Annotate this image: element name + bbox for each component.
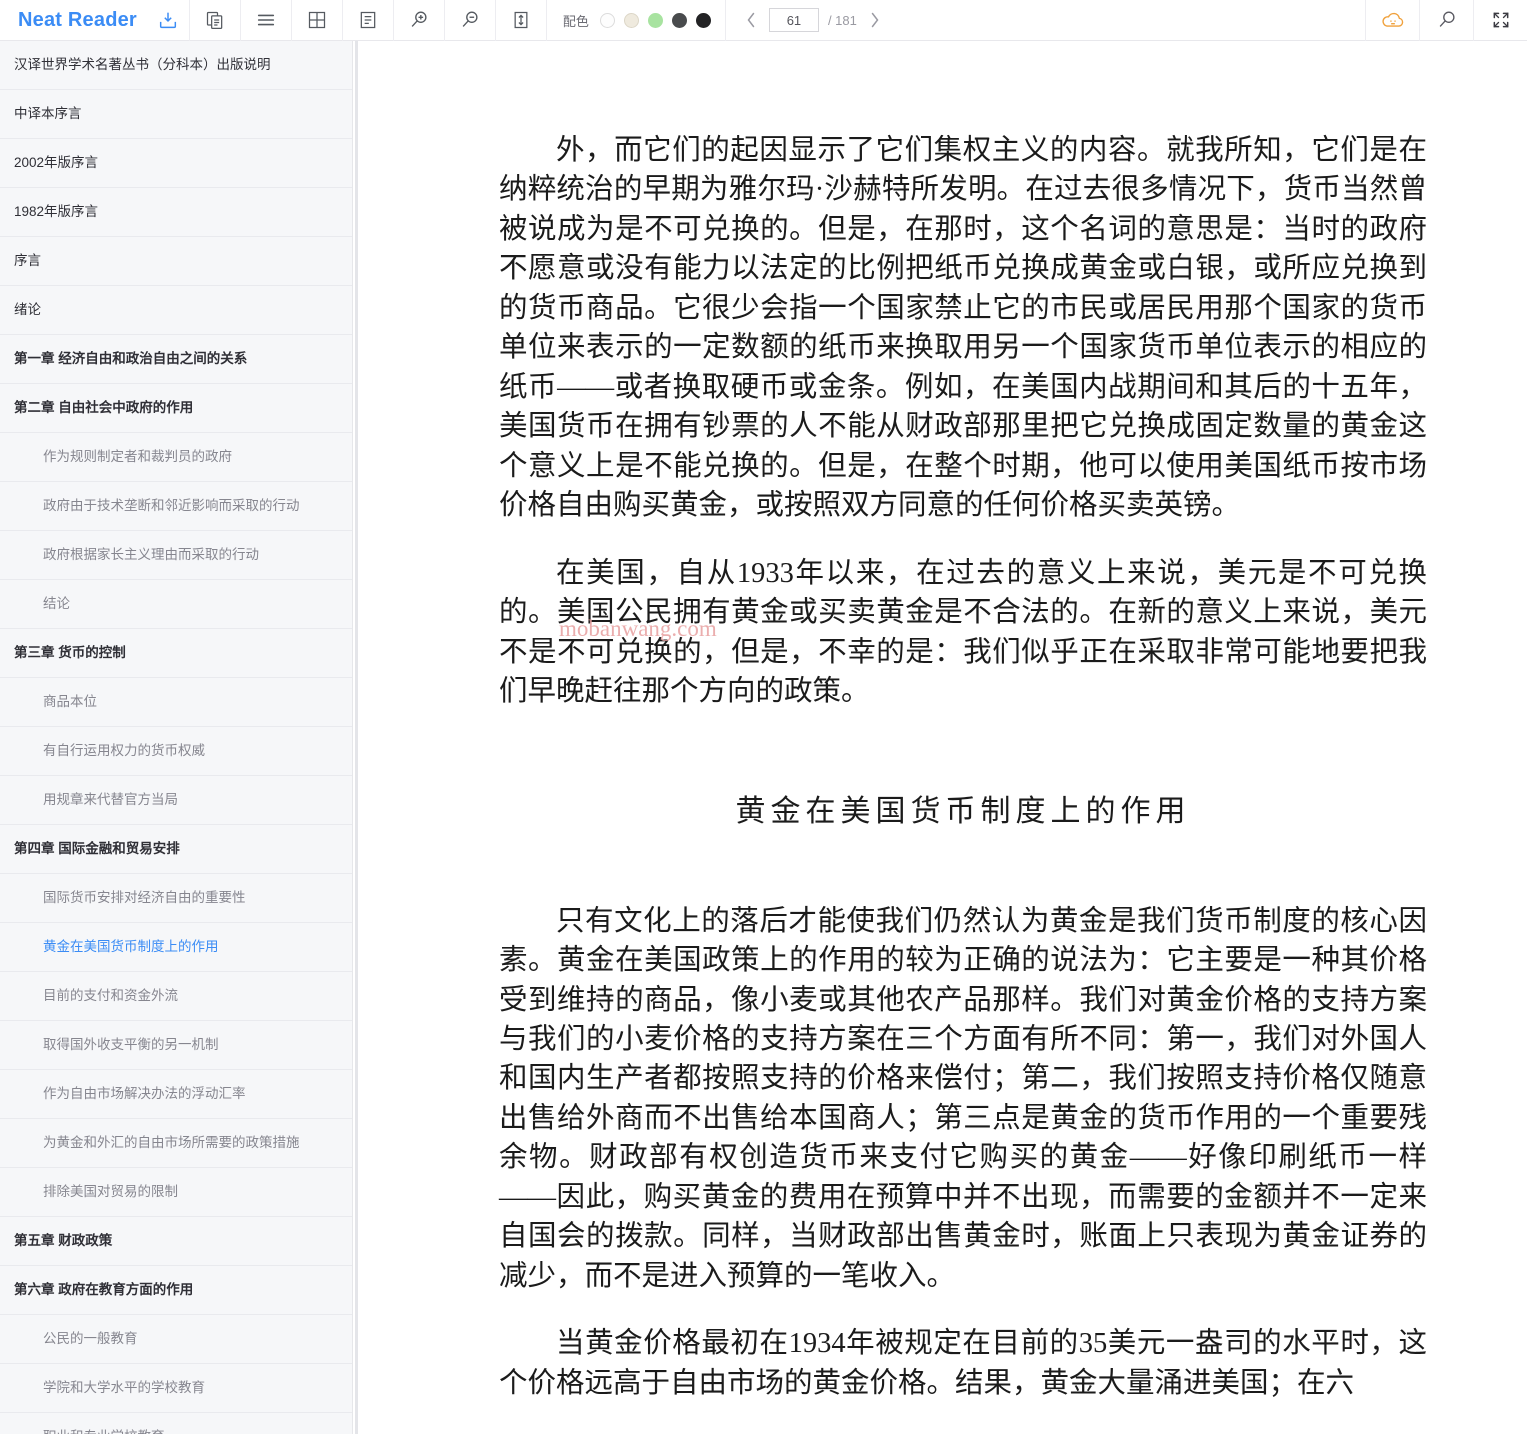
- toc-item-label: 职业和专业学校教育: [43, 1428, 165, 1434]
- paragraph: 在美国，自从1933年以来，在过去的意义上来说，美元是不可兑换的。美国公民拥有黄…: [499, 557, 1427, 708]
- toc-item[interactable]: 黄金在美国货币制度上的作用: [0, 923, 352, 972]
- toc-item-label: 第五章 财政政策: [14, 1232, 113, 1248]
- toc-item-label: 政府由于技术垄断和邻近影响而采取的行动: [43, 497, 300, 513]
- palette-group: 配色: [547, 0, 726, 41]
- brand-group: Neat Reader: [0, 0, 190, 41]
- toc-item-label: 第二章 自由社会中政府的作用: [14, 399, 194, 415]
- toc-item[interactable]: 学院和大学水平的学校教育: [0, 1364, 352, 1413]
- toc-item[interactable]: 结论: [0, 580, 352, 629]
- grid-layout-icon[interactable]: [292, 0, 342, 41]
- notes-icon[interactable]: [343, 0, 393, 41]
- toc-item-label: 第一章 经济自由和政治自由之间的关系: [14, 350, 248, 366]
- zoom-in-icon[interactable]: [394, 0, 444, 41]
- toc-item[interactable]: 作为规则制定者和裁判员的政府: [0, 433, 352, 482]
- toc-item[interactable]: 有自行运用权力的货币权威: [0, 727, 352, 776]
- table-of-contents-sidebar[interactable]: 汉译世界学术名著丛书（分科本）出版说明 中译本序言 2002年版序言 1982年版序言…: [0, 41, 353, 1434]
- prev-page-button[interactable]: [742, 8, 760, 32]
- toc-item[interactable]: 排除美国对贸易的限制: [0, 1168, 352, 1217]
- page-total-label: / 181: [827, 12, 857, 28]
- toc-item[interactable]: 序言: [0, 237, 352, 286]
- cloud-sync-icon[interactable]: [1365, 0, 1419, 41]
- toolbar-right-group: [1365, 0, 1527, 41]
- toc-item[interactable]: 用规章来代替官方当局: [0, 776, 352, 825]
- toc-item[interactable]: 绪论: [0, 286, 352, 335]
- app-brand: Neat Reader: [18, 8, 137, 31]
- toc-item-label: 绪论: [14, 301, 41, 317]
- search-icon[interactable]: [1419, 0, 1473, 41]
- toc-item-label: 国际货币安排对经济自由的重要性: [43, 889, 246, 905]
- swatch-black[interactable]: [695, 12, 711, 28]
- next-page-button[interactable]: [866, 8, 884, 32]
- fit-height-icon[interactable]: [496, 0, 546, 41]
- toc-item-label: 排除美国对贸易的限制: [43, 1183, 178, 1199]
- toc-item[interactable]: 中译本序言: [0, 90, 352, 139]
- toc-item-label: 2002年版序言: [14, 154, 99, 170]
- toc-item-label: 为黄金和外汇的自由市场所需要的政策措施: [43, 1134, 300, 1150]
- toc-item-label: 用规章来代替官方当局: [43, 791, 178, 807]
- zoom-tools-group: [394, 0, 547, 41]
- paragraph: 只有文化上的落后才能使我们仍然认为黄金是我们货币制度的核心因素。黄金在美国政策上…: [499, 905, 1427, 1292]
- toc-item[interactable]: 国际货币安排对经济自由的重要性: [0, 874, 352, 923]
- copy-pages-icon[interactable]: [190, 0, 240, 41]
- view-tools-group: [190, 0, 394, 41]
- swatch-white[interactable]: [599, 12, 615, 28]
- toc-item[interactable]: 为黄金和外汇的自由市场所需要的政策措施: [0, 1119, 352, 1168]
- toc-item-label: 序言: [14, 252, 41, 268]
- section-heading: 黄金在美国货币制度上的作用: [735, 794, 1191, 828]
- toc-item[interactable]: 取得国外收支平衡的另一机制: [0, 1021, 352, 1070]
- paragraph: 外，而它们的起因显示了它们集权主义的内容。就我所知，它们是在纳粹统治的早期为雅尔…: [499, 135, 1427, 522]
- zoom-out-icon[interactable]: [445, 0, 495, 41]
- toc-item-label: 第六章 政府在教育方面的作用: [14, 1281, 194, 1297]
- toc-item-label: 目前的支付和资金外流: [43, 987, 178, 1003]
- toc-item-label: 1982年版序言: [14, 203, 99, 219]
- toc-item-label: 有自行运用权力的货币权威: [43, 742, 205, 758]
- toc-item[interactable]: 目前的支付和资金外流: [0, 972, 352, 1021]
- toc-item[interactable]: 1982年版序言: [0, 188, 352, 237]
- toc-item-label: 结论: [43, 595, 70, 611]
- toc-item[interactable]: 作为自由市场解决办法的浮动汇率: [0, 1070, 352, 1119]
- toc-item[interactable]: 政府根据家长主义理由而采取的行动: [0, 531, 352, 580]
- fullscreen-icon[interactable]: [1473, 0, 1527, 41]
- toc-item-label: 公民的一般教育: [43, 1330, 138, 1346]
- toc-list: 汉译世界学术名著丛书（分科本）出版说明 中译本序言 2002年版序言 1982年版序言…: [0, 41, 352, 1434]
- download-icon[interactable]: [147, 0, 189, 41]
- paragraph: 当黄金价格最初在1934年被规定在目前的35美元一盎司的水平时，这个价格远高于自…: [499, 1328, 1427, 1399]
- toc-item-label: 中译本序言: [14, 105, 82, 121]
- page-number-input[interactable]: [768, 8, 819, 32]
- palette-label: 配色: [562, 13, 589, 29]
- toc-item[interactable]: 商品本位: [0, 678, 352, 727]
- toc-item[interactable]: 第四章 国际金融和贸易安排: [0, 825, 352, 874]
- toc-item[interactable]: 第二章 自由社会中政府的作用: [0, 384, 352, 433]
- toc-item[interactable]: 汉译世界学术名著丛书（分科本）出版说明: [0, 41, 352, 90]
- toolbar: Neat Reader 配色 61 / 181: [0, 0, 1527, 41]
- sidebar-scrollbar[interactable]: [355, 41, 358, 1434]
- toc-item-label: 政府根据家长主义理由而采取的行动: [43, 546, 259, 562]
- toc-item[interactable]: 政府由于技术垄断和邻近影响而采取的行动: [0, 482, 352, 531]
- toc-item[interactable]: 第六章 政府在教育方面的作用: [0, 1266, 352, 1315]
- toc-item-label: 商品本位: [43, 693, 97, 709]
- pager-group: / 181: [726, 0, 900, 41]
- menu-lines-icon[interactable]: [241, 0, 291, 41]
- book-page: 外，而它们的起因显示了它们集权主义的内容。就我所知，它们是在纳粹统治的早期为雅尔…: [359, 41, 1527, 1403]
- toc-item-label: 第三章 货币的控制: [14, 644, 126, 660]
- toc-item-label: 黄金在美国货币制度上的作用: [43, 938, 219, 954]
- toc-item-label: 取得国外收支平衡的另一机制: [43, 1036, 219, 1052]
- toc-item[interactable]: 2002年版序言: [0, 139, 352, 188]
- toc-item-label: 作为规则制定者和裁判员的政府: [43, 448, 232, 464]
- reader-content[interactable]: 外，而它们的起因显示了它们集权主义的内容。就我所知，它们是在纳粹统治的早期为雅尔…: [359, 41, 1527, 1434]
- toc-item-label: 学院和大学水平的学校教育: [43, 1379, 205, 1395]
- toc-item-label: 第四章 国际金融和贸易安排: [14, 840, 180, 856]
- toc-item-label: 汉译世界学术名著丛书（分科本）出版说明: [14, 56, 271, 72]
- swatch-dark-gray[interactable]: [671, 12, 687, 28]
- toc-item[interactable]: 公民的一般教育: [0, 1315, 352, 1364]
- toc-item[interactable]: 第一章 经济自由和政治自由之间的关系: [0, 335, 352, 384]
- swatch-cream[interactable]: [623, 12, 639, 28]
- toc-item[interactable]: 职业和专业学校教育: [0, 1413, 352, 1434]
- toc-item-label: 作为自由市场解决办法的浮动汇率: [43, 1085, 246, 1101]
- toc-item[interactable]: 第三章 货币的控制: [0, 629, 352, 678]
- toc-item[interactable]: 第五章 财政政策: [0, 1217, 352, 1266]
- swatch-green[interactable]: [647, 12, 663, 28]
